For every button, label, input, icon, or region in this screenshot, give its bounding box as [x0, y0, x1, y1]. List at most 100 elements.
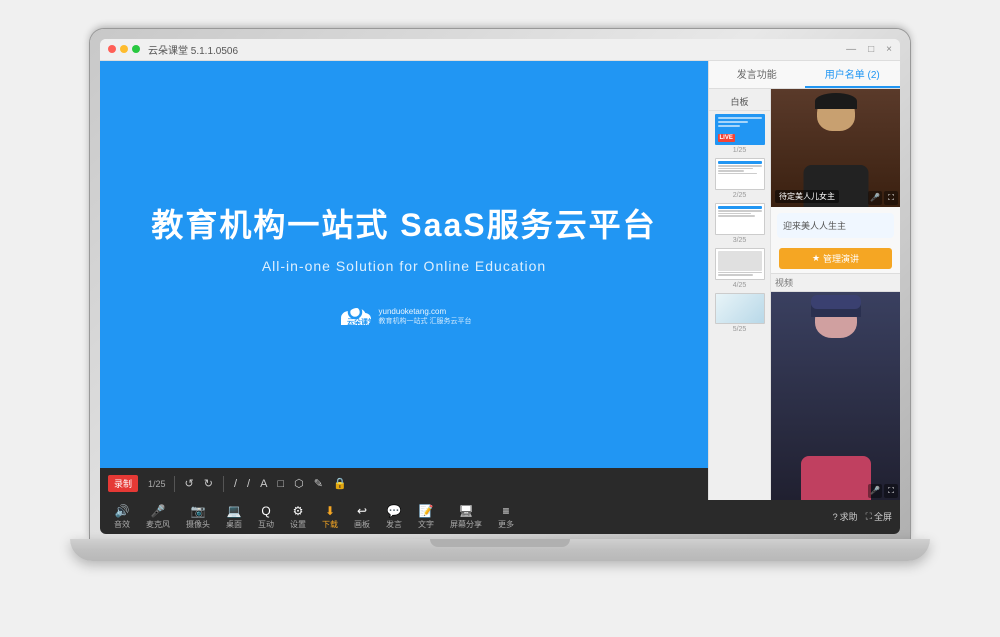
slides-thumbnails: 白板 — [709, 89, 771, 500]
audio-label: 音效 — [114, 519, 130, 530]
slide-thumb-img-4[interactable] — [715, 248, 765, 280]
fullscreen-icon: ⛶ — [866, 511, 872, 522]
fullscreen-label: 全屏 — [874, 510, 892, 523]
tool-line[interactable]: / — [245, 476, 252, 492]
slide-thumb-4[interactable]: 4/25 — [714, 248, 766, 290]
whiteboard-label: 白板 — [709, 93, 770, 111]
tool-text[interactable]: A — [258, 476, 269, 492]
slide-thumb-img-5[interactable] — [715, 293, 765, 325]
camera-icon: 📷 — [191, 504, 206, 518]
slide-thumb-img-1[interactable]: LIVE — [715, 114, 765, 146]
screentext-icon: 📝 — [419, 504, 434, 518]
chat-message: 迎来美人人生主 — [777, 213, 894, 238]
maximize-dot[interactable] — [132, 45, 140, 53]
record-button[interactable]: 录制 — [108, 475, 138, 492]
right-panel: 发言功能 用户名单 (2) 白板 — [708, 61, 900, 500]
minimize-dot[interactable] — [120, 45, 128, 53]
tool-pen[interactable]: / — [232, 476, 239, 492]
title-bar: 云朵课堂 5.1.1.0506 — □ × — [100, 39, 900, 61]
presentation-toolbar: 录制 1/25 ↺ ↻ / / A □ ⬡ ✎ 🔒 — [100, 468, 708, 500]
tool-undo[interactable]: ↺ — [183, 475, 196, 492]
toolbar-sep-2 — [223, 476, 224, 492]
slide-counter: 1/25 — [148, 479, 166, 489]
tool-eraser[interactable]: ✎ — [312, 475, 325, 492]
student-video: 🎤 ⛶ — [771, 292, 900, 500]
close-dot[interactable] — [108, 45, 116, 53]
slide-num-2: 2/25 — [733, 191, 747, 200]
window-buttons: — □ × — [846, 44, 892, 55]
window-controls — [108, 45, 140, 53]
tool-shape[interactable]: ⬡ — [292, 475, 306, 492]
tool-lock[interactable]: 🔒 — [331, 475, 349, 492]
student-video-controls: 🎤 ⛶ — [868, 484, 898, 498]
slide-thumb-3[interactable]: 3/25 — [714, 203, 766, 245]
screentext-label: 文字 — [418, 519, 434, 530]
presentation-area: 教育机构一站式 SaaS服务云平台 All-in-one Solution fo… — [100, 61, 708, 500]
btn-settings[interactable]: ⚙ 设置 — [284, 502, 312, 532]
download-icon: ⬇ — [325, 504, 335, 518]
btn-interact[interactable]: Q 互动 — [252, 502, 280, 532]
btn-more[interactable]: ≡ 更多 — [492, 502, 520, 532]
tool-redo[interactable]: ↻ — [202, 475, 215, 492]
manage-button[interactable]: ★ 管理演讲 — [779, 248, 892, 269]
help-icon: ? — [833, 512, 838, 522]
slide-thumb-img-2[interactable] — [715, 158, 765, 190]
slide-num-4: 4/25 — [733, 281, 747, 290]
settings-icon: ⚙ — [293, 504, 304, 518]
svg-text:云朵课堂: 云朵课堂 — [347, 317, 373, 326]
fullscreen-button[interactable]: ⛶ 全屏 — [866, 510, 892, 523]
logo-area: 云朵课堂 yunduoketang.com 教育机构一站式 汇服务云平台 — [337, 304, 472, 328]
tab-speech[interactable]: 发言功能 — [709, 61, 805, 88]
chat-label: 发言 — [386, 519, 402, 530]
teacher-mic-icon[interactable]: 🎤 — [868, 191, 882, 205]
screenshare-icon: 🖥 — [458, 504, 473, 518]
slide-main-title: 教育机构一站式 SaaS服务云平台 — [151, 200, 656, 246]
slide-sub-title: All-in-one Solution for Online Education — [262, 258, 546, 274]
slide-thumb-1[interactable]: LIVE 1/25 — [714, 114, 766, 156]
laptop-base — [70, 539, 930, 561]
slide-thumb-2[interactable]: 2/25 — [714, 158, 766, 200]
tab-users[interactable]: 用户名单 (2) — [805, 61, 901, 88]
teacher-video-controls: 🎤 ⛶ — [868, 191, 898, 205]
student-cam-icon[interactable]: ⛶ — [884, 484, 898, 498]
board-label: 画板 — [354, 519, 370, 530]
window-title: 云朵课堂 5.1.1.0506 — [148, 42, 846, 57]
minimize-button[interactable]: — — [846, 44, 856, 55]
help-button[interactable]: ? 求助 — [833, 510, 858, 523]
btn-mic[interactable]: 🎤 麦克风 — [140, 502, 176, 532]
close-button[interactable]: × — [886, 44, 892, 55]
logo-url: yunduoketang.com — [379, 307, 472, 316]
screenshare-label: 屏幕分享 — [450, 519, 482, 530]
chat-icon: 💬 — [387, 504, 402, 518]
btn-chat[interactable]: 💬 发言 — [380, 502, 408, 532]
btn-board[interactable]: ↩ 画板 — [348, 502, 376, 532]
right-panel-body: 白板 — [709, 89, 900, 500]
slide-content: 教育机构一站式 SaaS服务云平台 All-in-one Solution fo… — [100, 61, 708, 468]
camera-label: 摄像头 — [186, 519, 210, 530]
teacher-cam-icon[interactable]: ⛶ — [884, 191, 898, 205]
btn-screenshare[interactable]: 🖥 屏幕分享 — [444, 502, 488, 532]
tool-rect[interactable]: □ — [275, 476, 286, 492]
logo-text: yunduoketang.com 教育机构一站式 汇服务云平台 — [379, 307, 472, 326]
interact-label: 互动 — [258, 519, 274, 530]
manage-icon: ★ — [812, 253, 820, 264]
slide-num-3: 3/25 — [733, 236, 747, 245]
maximize-button[interactable]: □ — [868, 44, 874, 55]
slide-thumb-img-3[interactable] — [715, 203, 765, 235]
slide-num-1: 1/25 — [733, 146, 747, 155]
slide-num-5: 5/25 — [733, 325, 747, 334]
btn-screentext[interactable]: 📝 文字 — [412, 502, 440, 532]
student-mic-icon[interactable]: 🎤 — [868, 484, 882, 498]
app-window: 云朵课堂 5.1.1.0506 — □ × 教育机构一站式 SaaS服务云平台 … — [100, 39, 900, 534]
settings-label: 设置 — [290, 519, 306, 530]
btn-camera[interactable]: 📷 摄像头 — [180, 502, 216, 532]
btn-download[interactable]: ⬇ 下载 — [316, 502, 344, 532]
logo-tagline: 教育机构一站式 汇服务云平台 — [379, 316, 472, 326]
mic-icon: 🎤 — [151, 504, 166, 518]
btn-audio[interactable]: 🔊 音效 — [108, 502, 136, 532]
interact-icon: Q — [261, 504, 270, 518]
bottom-right-buttons: ? 求助 ⛶ 全屏 — [833, 510, 892, 523]
slide-thumb-5[interactable]: 5/25 — [714, 293, 766, 335]
laptop-wrapper: 云朵课堂 5.1.1.0506 — □ × 教育机构一站式 SaaS服务云平台 … — [70, 29, 930, 609]
btn-desktop[interactable]: 💻 桌面 — [220, 502, 248, 532]
